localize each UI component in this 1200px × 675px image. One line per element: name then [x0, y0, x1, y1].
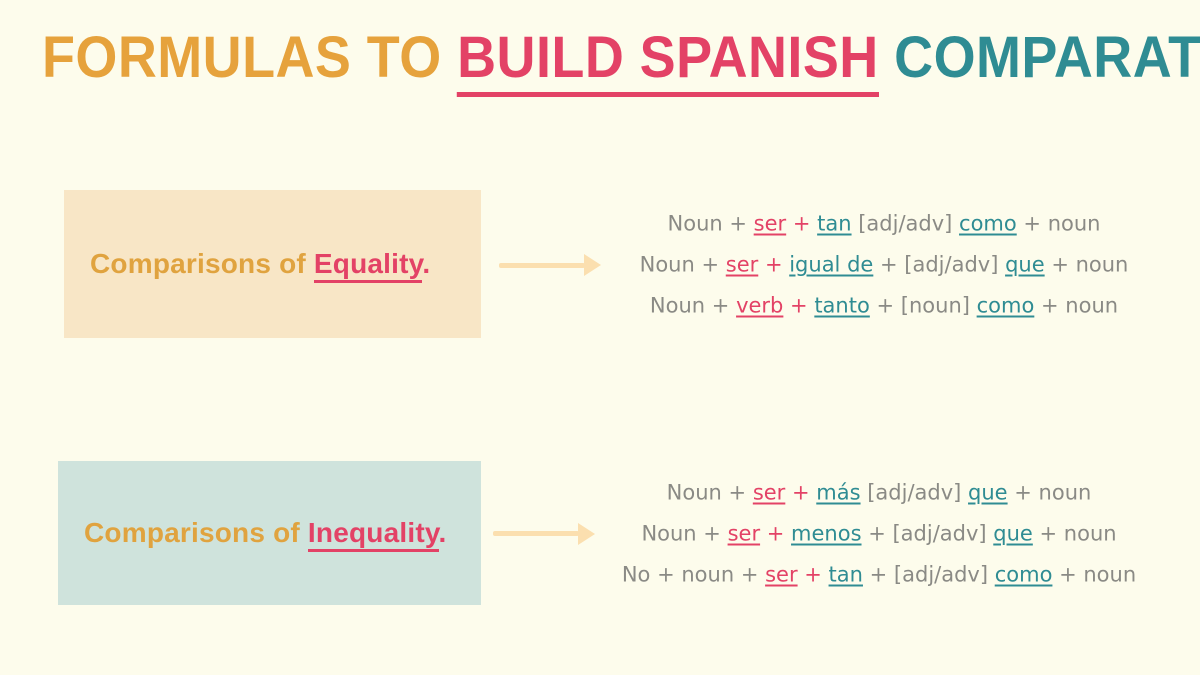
formula-token: Noun [641, 521, 697, 545]
formula-token: + [785, 480, 817, 504]
formula-token: [adj/adv] [904, 252, 1006, 277]
arrow-shaft [499, 262, 585, 268]
formula-token: + [1032, 521, 1064, 545]
formula-token: verb [736, 293, 784, 318]
formula-line: Noun + ser + tan [adj/adv] como + noun [668, 204, 1101, 245]
formula-line: Noun + ser + más [adj/adv] que + noun [667, 472, 1092, 513]
formula-token: ser [725, 252, 759, 277]
formula-token: [adj/adv] [860, 480, 969, 504]
equality-label: Comparisons of Equality. [90, 248, 431, 283]
formula-token: Noun [666, 480, 722, 504]
inequality-label-prefix: Comparisons of [84, 517, 308, 548]
formula-token: No [621, 562, 651, 586]
formula-token: como [976, 293, 1035, 318]
formula-token: tanto [814, 293, 870, 318]
formula-token: + [696, 521, 728, 545]
arrow-right-icon [493, 522, 595, 545]
formula-token: + [1016, 211, 1048, 236]
formula-token: noun [1065, 293, 1119, 318]
slide-canvas: { "slide": { "background_color": "#fdfce… [0, 0, 1200, 675]
formula-token: + [869, 293, 901, 318]
formula-token: tan [817, 211, 852, 236]
formula-token: [adj/adv] [893, 562, 995, 586]
formula-token: noun [1083, 562, 1137, 586]
formula-token: + [722, 211, 754, 236]
equality-label-highlight: Equality [313, 248, 423, 283]
formula-token: ser [752, 480, 786, 504]
formula-token: + [862, 562, 894, 586]
formula-token: [noun] [900, 293, 977, 318]
formula-token: Noun [639, 252, 695, 277]
arrow-right-icon [499, 254, 601, 276]
formula-token: + [650, 562, 682, 586]
inequality-label: Comparisons of Inequality. [84, 517, 447, 552]
arrow-head [584, 254, 601, 276]
inequality-label-highlight: Inequality [307, 517, 439, 552]
formula-token: que [968, 480, 1008, 504]
formula-token: + [783, 293, 815, 318]
formula-token: [adj/adv] [851, 211, 960, 236]
title-part-teal: COMPARATIVES [894, 25, 1200, 90]
formula-token: ser [765, 562, 798, 586]
formula-token: como [994, 562, 1053, 586]
inequality-formula-list: Noun + ser + más [adj/adv] que + noun Nou… [600, 472, 1158, 595]
formula-token: ser [753, 211, 787, 236]
formula-token: + [1044, 252, 1076, 277]
formula-token: como [959, 211, 1017, 236]
equality-label-prefix: Comparisons of [90, 248, 314, 279]
equality-label-box: Comparisons of Equality. [64, 190, 481, 338]
section-equality: Comparisons of Equality. Noun + ser + ta… [0, 190, 1200, 340]
formula-token: + [861, 521, 893, 545]
formula-token: noun [1038, 480, 1092, 504]
formula-token: más [816, 480, 861, 504]
equality-label-suffix: . [422, 248, 431, 279]
page-title: FORMULAS TO BUILD SPANISH COMPARATIVES [42, 25, 1200, 97]
formula-token: + [1052, 562, 1084, 586]
formula-token: ser [727, 521, 761, 545]
formula-token: [adj/adv] [892, 521, 994, 545]
formula-token: noun [1063, 521, 1117, 545]
formula-token: Noun [649, 293, 706, 318]
inequality-label-box: Comparisons of Inequality. [58, 461, 481, 605]
equality-formula-list: Noun + ser + tan [adj/adv] como + noun No… [614, 204, 1154, 327]
formula-token: + [1034, 293, 1066, 318]
formula-token: + [797, 562, 829, 586]
formula-token: + [734, 562, 766, 586]
formula-token: + [786, 211, 818, 236]
formula-line: Noun + ser + igual de + [adj/adv] que + … [640, 245, 1129, 286]
section-inequality: Comparisons of Inequality. Noun + ser + … [0, 461, 1200, 606]
formula-token: + [721, 480, 753, 504]
formula-line: Noun + ser + menos + [adj/adv] que + nou… [641, 513, 1116, 554]
formula-token: que [1005, 252, 1045, 277]
formula-line: No + noun + ser + tan + [adj/adv] como +… [622, 554, 1136, 595]
arrow-shaft [493, 531, 579, 536]
formula-token: que [993, 521, 1033, 545]
formula-token: Noun [667, 211, 723, 236]
title-part-pink: BUILD SPANISH [457, 25, 879, 97]
formula-token: noun [1075, 252, 1129, 277]
inequality-label-suffix: . [438, 517, 447, 548]
formula-token: tan [828, 562, 863, 586]
formula-token: + [1007, 480, 1039, 504]
formula-token: + [758, 252, 790, 277]
formula-token: + [694, 252, 726, 277]
formula-token: igual de [789, 252, 874, 277]
formula-line: Noun + verb + tanto + [noun] como + noun [650, 286, 1118, 327]
formula-token: + [873, 252, 905, 277]
title-part-gold: FORMULAS TO [42, 25, 458, 90]
formula-token: menos [791, 521, 862, 545]
formula-token: noun [1047, 211, 1101, 236]
formula-token: noun [681, 562, 735, 586]
arrow-head [578, 522, 595, 545]
formula-token: + [760, 521, 792, 545]
formula-token: + [705, 293, 737, 318]
